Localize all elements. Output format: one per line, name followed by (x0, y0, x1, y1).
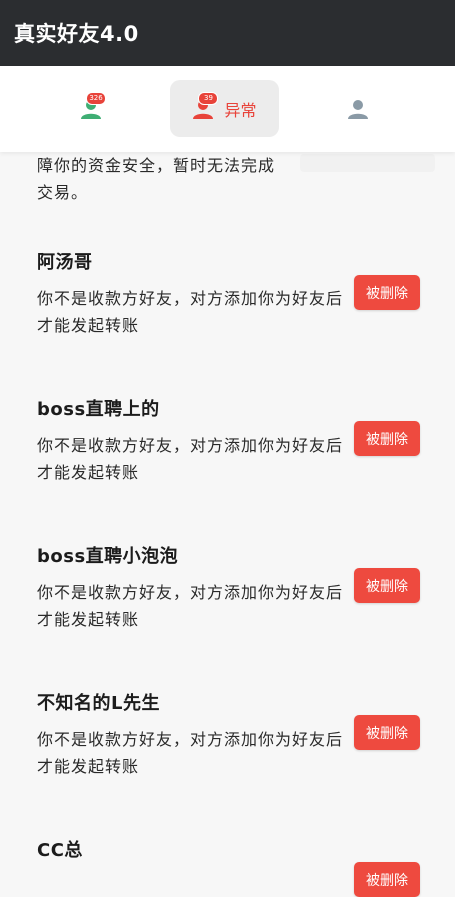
deleted-button[interactable]: 被删除 (354, 862, 420, 897)
count-badge: 326 (86, 91, 106, 105)
list-item: 不知名的L先生 你不是收款方好友，对方添加你为好友后才能发起转账 被删除 (20, 676, 435, 806)
tab-profile[interactable] (323, 80, 393, 137)
tab-abnormal-label: 异常 (224, 100, 257, 120)
friend-name: boss直聘上的 (37, 399, 160, 420)
list-item: CC总 被删除 (20, 823, 435, 897)
item-message: 你不是收款方好友，对方添加你为好友后才能发起转账 (37, 436, 344, 482)
item-message: 你不是收款方好友，对方添加你为好友后才能发起转账 (37, 730, 344, 776)
deleted-button[interactable]: 被删除 (354, 568, 420, 603)
deleted-button[interactable]: 被删除 (354, 715, 420, 750)
person-icon (347, 98, 369, 120)
list-item: 阿汤哥 你不是收款方好友，对方添加你为好友后才能发起转账 被删除 (20, 235, 435, 365)
tab-abnormal[interactable]: 39 异常 (170, 80, 279, 137)
message-line: 交易。 (37, 183, 89, 202)
list-item: boss直聘小泡泡 你不是收款方好友，对方添加你为好友后才能发起转账 被删除 (20, 529, 435, 659)
obscured-area (300, 154, 435, 172)
item-message: 你不是收款方好友，对方添加你为好友后才能发起转账 (37, 289, 344, 335)
friend-name: 不知名的L先生 (37, 693, 160, 714)
tab-normal-friends[interactable]: 326 (56, 80, 126, 137)
friend-name: CC总 (37, 840, 83, 861)
person-icon: 326 (80, 91, 106, 120)
list-item: boss直聘上的 你不是收款方好友，对方添加你为好友后才能发起转账 被删除 (20, 382, 435, 512)
person-icon: 39 (192, 91, 219, 120)
count-badge: 39 (198, 91, 219, 105)
deleted-button[interactable]: 被删除 (354, 275, 420, 310)
tab-bar: 326 39 异常 (0, 66, 455, 152)
friend-name: 阿汤哥 (37, 252, 93, 273)
deleted-button[interactable]: 被删除 (354, 421, 420, 456)
friend-name: boss直聘小泡泡 (37, 546, 179, 567)
item-message: 你不是收款方好友，对方添加你为好友后才能发起转账 (37, 583, 344, 629)
